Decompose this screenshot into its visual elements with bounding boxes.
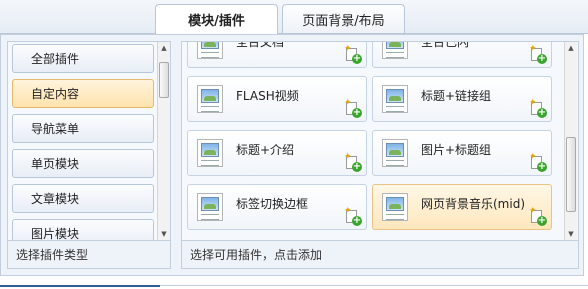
scroll-up-icon[interactable]: ▲ (160, 44, 168, 52)
category-footer-label: 选择插件类型 (8, 240, 170, 268)
plugin-tile[interactable]: 图片+标题组 ✦ + (372, 130, 552, 176)
image-thumbnail-icon (197, 139, 223, 167)
plugin-label: 全台己闪 (421, 42, 470, 49)
add-plugin-icon[interactable]: ✦ + (344, 45, 362, 64)
plugin-label: 网页背景音乐(mid) (421, 197, 526, 211)
category-item-single-page[interactable]: 单页模块 (12, 149, 154, 178)
add-plugin-icon[interactable]: ✦ + (529, 207, 547, 226)
plugin-tile-highlighted[interactable]: 网页背景音乐(mid) ✦ + (372, 184, 552, 230)
category-item-custom-content[interactable]: 自定内容 (12, 79, 154, 108)
bottom-divider (0, 276, 588, 289)
category-column: 全部插件 自定内容 导航菜单 单页模块 文章模块 图片模块 ▲ ▼ 选择插件类型 (7, 41, 171, 269)
plugin-panel: 全部插件 自定内容 导航菜单 单页模块 文章模块 图片模块 ▲ ▼ 选择插件类型… (0, 34, 584, 276)
plugin-tile[interactable]: 全台文档 ✦ + (187, 42, 367, 68)
plugin-tile[interactable]: 标签切换边框 ✦ + (187, 184, 367, 230)
image-thumbnail-icon (197, 42, 223, 59)
image-thumbnail-icon (382, 85, 408, 113)
image-thumbnail-icon (382, 42, 408, 59)
plugin-label: 标题+链接组 (421, 89, 492, 103)
add-plugin-icon[interactable]: ✦ + (529, 45, 547, 64)
plugin-tile[interactable]: FLASH视频 ✦ + (187, 76, 367, 122)
add-plugin-icon[interactable]: ✦ + (529, 153, 547, 172)
plugin-label: FLASH视频 (236, 89, 299, 103)
plugin-label: 图片+标题组 (421, 143, 492, 157)
plugin-label: 标签切换边框 (236, 197, 309, 211)
add-plugin-icon[interactable]: ✦ + (529, 99, 547, 118)
category-scroll-thumb[interactable] (159, 62, 169, 98)
plugin-column: 全台文档 ✦ + 全台己闪 ✦ + FLASH视频 ✦ + 标题+链接组 ✦ + 标题+… (181, 41, 579, 269)
plugin-scrollbar[interactable]: ▲ ▼ (564, 42, 577, 240)
plugin-footer-label: 选择可用插件，点击添加 (182, 240, 578, 268)
add-plugin-icon[interactable]: ✦ + (344, 99, 362, 118)
image-thumbnail-icon (197, 85, 223, 113)
plugin-tile[interactable]: 标题+介绍 ✦ + (187, 130, 367, 176)
plugin-tile[interactable]: 标题+链接组 ✦ + (372, 76, 552, 122)
add-plugin-icon[interactable]: ✦ + (344, 153, 362, 172)
tab-page-background-layout[interactable]: 页面背景/布局 (282, 4, 405, 33)
plugin-label: 标题+介绍 (236, 143, 295, 157)
plugin-scroll-thumb[interactable] (566, 137, 576, 212)
tab-modules-plugins[interactable]: 模块/插件 (155, 4, 278, 34)
image-thumbnail-icon (382, 193, 408, 221)
category-item-images[interactable]: 图片模块 (12, 219, 154, 240)
category-list: 全部插件 自定内容 导航菜单 单页模块 文章模块 图片模块 (8, 42, 158, 240)
scroll-down-icon[interactable]: ▼ (160, 230, 168, 238)
category-item-navigation[interactable]: 导航菜单 (12, 114, 154, 143)
category-item-articles[interactable]: 文章模块 (12, 184, 154, 213)
category-scrollbar[interactable]: ▲ ▼ (157, 42, 170, 240)
category-item-all[interactable]: 全部插件 (12, 44, 154, 73)
tab-bar: 模块/插件 页面背景/布局 (0, 0, 588, 34)
plugin-grid: 全台文档 ✦ + 全台己闪 ✦ + FLASH视频 ✦ + 标题+链接组 ✦ + 标题+… (182, 42, 564, 240)
image-thumbnail-icon (197, 193, 223, 221)
image-thumbnail-icon (382, 139, 408, 167)
scroll-down-icon[interactable]: ▼ (567, 230, 575, 238)
plugin-tile[interactable]: 全台己闪 ✦ + (372, 42, 552, 68)
scroll-up-icon[interactable]: ▲ (567, 44, 575, 52)
plugin-label: 全台文档 (236, 42, 285, 49)
add-plugin-icon[interactable]: ✦ + (344, 207, 362, 226)
